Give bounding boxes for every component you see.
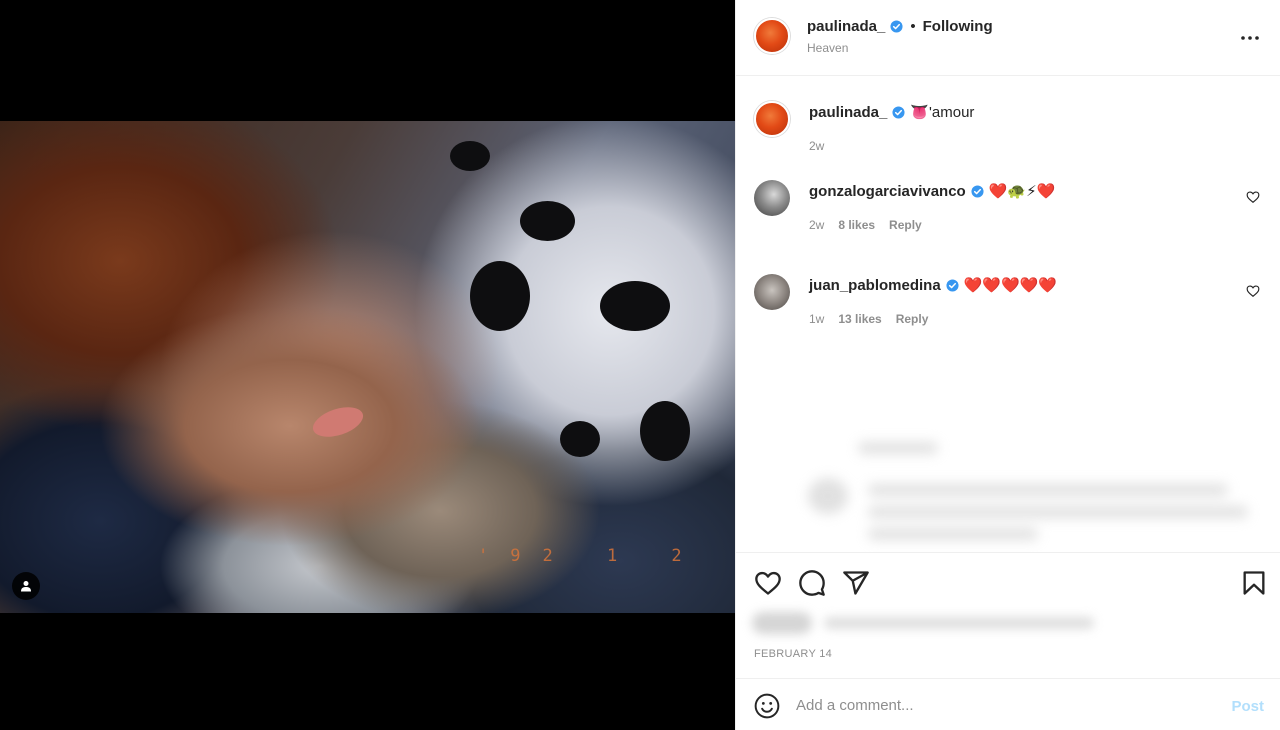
user-tag-icon [21, 581, 31, 592]
emoji-icon[interactable] [754, 693, 780, 719]
bookmark-icon[interactable] [1240, 569, 1268, 597]
comment-age[interactable]: 2w [809, 218, 824, 232]
redacted-avatar [808, 478, 848, 514]
verified-badge-icon [946, 278, 959, 292]
author-username[interactable]: paulinada_ [807, 18, 885, 35]
comment-text: ❤️❤️❤️❤️❤️ [963, 276, 1058, 294]
post-header: paulinada_ • Following Heaven [736, 0, 1280, 76]
comment-likes[interactable]: 13 likes [838, 312, 881, 326]
heart-icon[interactable] [1246, 284, 1260, 298]
post-comment-button[interactable]: Post [1231, 698, 1264, 715]
post-caption: paulinada_ 👅'amour 2w [754, 100, 1262, 160]
verified-badge-icon [892, 105, 905, 119]
caption-meta: 2w [809, 139, 824, 153]
photo-pattern [520, 201, 575, 241]
redacted-likes-summary [744, 608, 1104, 638]
commenter-username[interactable]: juan_pablomedina [809, 277, 941, 294]
heart-icon[interactable] [754, 569, 782, 597]
author-line: paulinada_ • Following [807, 18, 993, 35]
comment-text: ❤️🐢⚡❤️ [988, 182, 1056, 200]
heart-icon[interactable] [1246, 190, 1260, 204]
photo-pattern [640, 401, 690, 461]
caption-text: 👅'amour [910, 103, 974, 121]
user-tag-button[interactable] [12, 572, 40, 600]
post-side-panel: paulinada_ • Following Heaven paulinada_ [735, 0, 1280, 730]
photo-detail [309, 401, 367, 443]
comment-line: juan_pablomedina ❤️❤️❤️❤️❤️ [809, 276, 1057, 294]
post-action-bar: FEBRUARY 14 [736, 552, 1280, 678]
author-avatar[interactable] [754, 18, 790, 54]
redacted-comment-area [748, 434, 1273, 552]
comment-item: juan_pablomedina ❤️❤️❤️❤️❤️ 1w 13 likes … [754, 272, 1262, 338]
redacted-line [868, 528, 1038, 540]
verified-badge-icon [971, 184, 984, 198]
photo-pattern [470, 261, 530, 331]
post-location[interactable]: Heaven [807, 41, 848, 55]
comment-age[interactable]: 1w [809, 312, 824, 326]
redacted-line [858, 442, 938, 454]
caption-line: paulinada_ 👅'amour [809, 103, 974, 121]
photo-date-stamp: '92 1 2 [478, 546, 704, 566]
comment-composer: Post [736, 678, 1280, 730]
comment-input[interactable] [796, 689, 1196, 721]
comment-item: gonzalogarciavivanco ❤️🐢⚡❤️ 2w 8 likes R… [754, 178, 1262, 244]
redacted-line [868, 484, 1228, 496]
following-button[interactable]: Following [923, 18, 993, 35]
reply-button[interactable]: Reply [896, 312, 929, 326]
post-media-area: '92 1 2 [0, 0, 735, 730]
comment-meta: 1w 13 likes Reply [809, 312, 928, 326]
redacted-avatars [752, 612, 812, 634]
commenter-username[interactable]: gonzalogarciavivanco [809, 183, 966, 200]
comment-icon[interactable] [798, 569, 826, 597]
more-options-icon [1241, 36, 1259, 40]
post-photo[interactable]: '92 1 2 [0, 121, 735, 613]
redacted-line [824, 617, 1094, 629]
photo-pattern [450, 141, 490, 171]
photo-pattern [600, 281, 670, 331]
comment-meta: 2w 8 likes Reply [809, 218, 922, 232]
comments-list[interactable]: paulinada_ 👅'amour 2w gonzalogarciavivan… [736, 76, 1280, 552]
comment-line: gonzalogarciavivanco ❤️🐢⚡❤️ [809, 182, 1055, 200]
reply-button[interactable]: Reply [889, 218, 922, 232]
redacted-line [868, 506, 1248, 518]
caption-username[interactable]: paulinada_ [809, 104, 887, 121]
caption-body: 'amour [929, 104, 975, 121]
commenter-avatar[interactable] [754, 274, 790, 310]
share-icon[interactable] [842, 569, 870, 597]
more-options-button[interactable] [1238, 26, 1262, 50]
comment-likes[interactable]: 8 likes [838, 218, 875, 232]
post-date[interactable]: FEBRUARY 14 [754, 648, 832, 660]
follow-separator: • [910, 18, 916, 35]
photo-pattern [560, 421, 600, 457]
caption-avatar[interactable] [754, 101, 790, 137]
commenter-avatar[interactable] [754, 180, 790, 216]
tongue-emoji: 👅 [910, 103, 930, 121]
verified-badge-icon [890, 20, 903, 33]
caption-age[interactable]: 2w [809, 139, 824, 153]
